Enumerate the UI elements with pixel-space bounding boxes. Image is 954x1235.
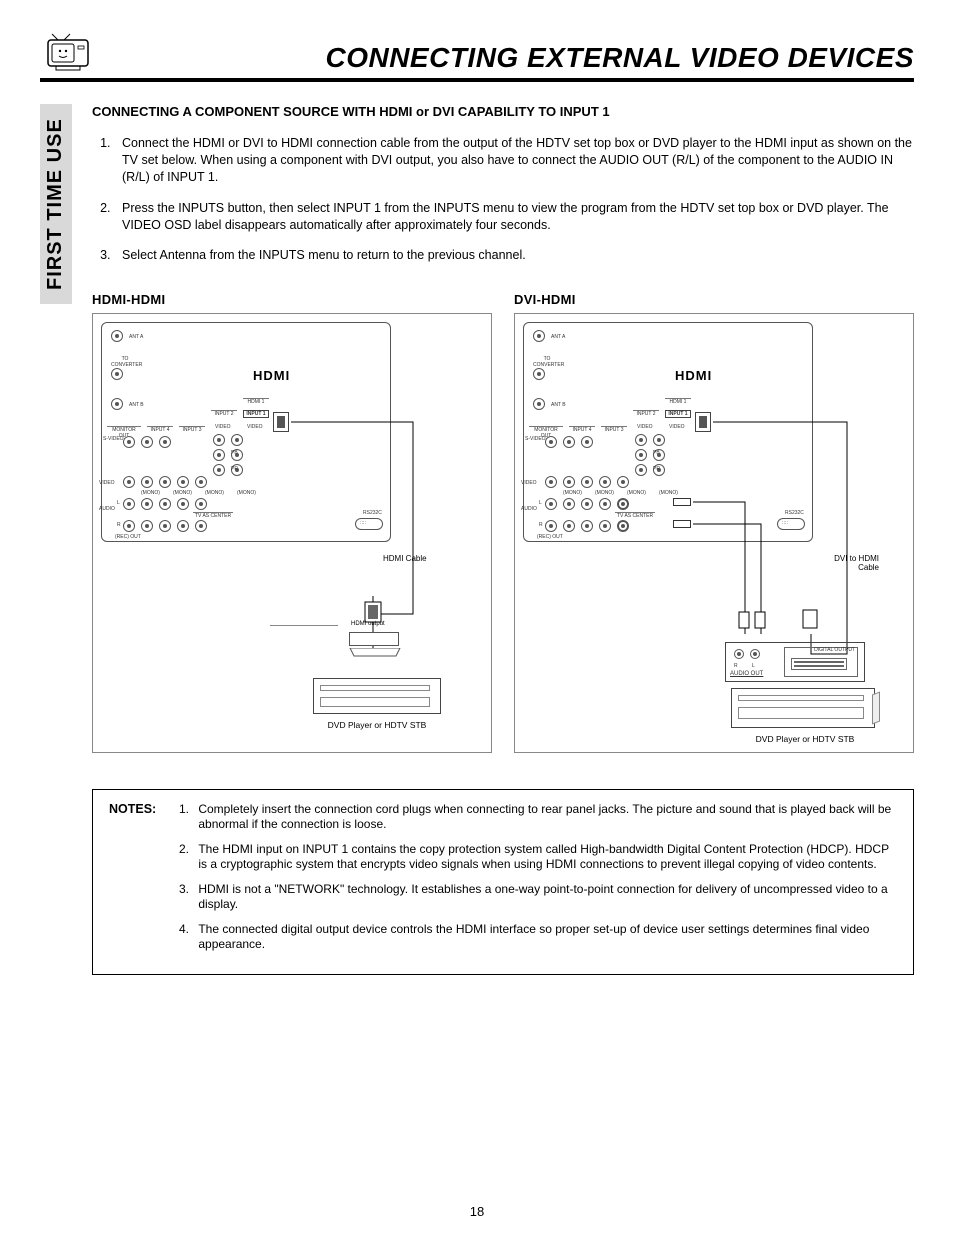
label-to-converter: TO CONVERTER: [111, 356, 139, 368]
label-ant-a: ANT A: [129, 334, 143, 340]
section-tab: FIRST TIME USE: [40, 104, 72, 304]
label-input2: INPUT 2: [633, 410, 659, 417]
label-mono: (MONO): [627, 490, 646, 496]
label-video-col: VIDEO: [247, 424, 263, 430]
label-rs232c: RS232C: [363, 510, 382, 516]
label-r: R: [539, 522, 543, 528]
notes-header: NOTES:: [109, 802, 167, 816]
label-ant-b: ANT B: [551, 402, 566, 408]
page-number: 18: [0, 1204, 954, 1219]
note-item: HDMI is not a "NETWORK" technology. It e…: [192, 882, 896, 912]
label-video-row: VIDEO: [521, 480, 537, 486]
label-mono: (MONO): [205, 490, 224, 496]
hdmi-port-icon: [695, 412, 711, 432]
diagram-dvi-hdmi: ANT A TO CONVERTER ANT B HDMI MONITOR OU…: [514, 313, 914, 753]
step-item: Press the INPUTS button, then select INP…: [114, 200, 914, 234]
label-audio-l: L: [752, 663, 755, 669]
instruction-steps: Connect the HDMI or DVI to HDMI connecti…: [92, 135, 914, 264]
label-video-col: VIDEO: [669, 424, 685, 430]
label-svideo: S-VIDEO: [103, 436, 124, 442]
label-rs232c: RS232C: [785, 510, 804, 516]
notes-box: NOTES: Completely insert the connection …: [92, 789, 914, 975]
label-video-col: VIDEO: [637, 424, 653, 430]
hdmi-logo-icon: HDMI: [253, 368, 290, 383]
section-heading: CONNECTING A COMPONENT SOURCE WITH HDMI …: [92, 104, 914, 119]
label-pr: PR: [231, 466, 238, 472]
label-video-col: VIDEO: [215, 424, 231, 430]
step-item: Connect the HDMI or DVI to HDMI connecti…: [114, 135, 914, 186]
label-tv-center: TV AS CENTER: [193, 512, 233, 519]
cable-label-hdmi: HDMI Cable: [383, 554, 427, 563]
label-video-row: VIDEO: [99, 480, 115, 486]
label-digital-output: DIGITAL OUTPUT: [814, 647, 855, 653]
diagram-left-label: HDMI-HDMI: [92, 292, 492, 307]
hdmi-output-label: HDMI output: [351, 621, 385, 627]
label-pr: PR: [653, 466, 660, 472]
label-mono: (MONO): [237, 490, 256, 496]
page-title: CONNECTING EXTERNAL VIDEO DEVICES: [106, 42, 914, 74]
cable-label-dvi: DVI to HDMI Cable: [825, 554, 879, 572]
label-l: L: [117, 500, 120, 506]
label-input1: INPUT 1: [243, 410, 269, 418]
hdmi-port-icon: [273, 412, 289, 432]
label-audio-out: AUDIO OUT: [730, 671, 763, 677]
label-hdmi1: HDMI 1: [243, 398, 269, 405]
label-mono: (MONO): [659, 490, 678, 496]
label-ant-b: ANT B: [129, 402, 144, 408]
label-audio-sub: (REC) OUT: [537, 534, 563, 540]
label-audio: AUDIO: [99, 506, 115, 512]
label-input3: INPUT 3: [601, 426, 627, 433]
label-mono: (MONO): [141, 490, 160, 496]
tv-mascot-icon: [40, 30, 96, 74]
label-input3: INPUT 3: [179, 426, 205, 433]
diagram-hdmi-hdmi: ANT A TO CONVERTER ANT B HDMI MONITOR OU…: [92, 313, 492, 753]
header-divider: [40, 78, 914, 82]
label-audio-sub: (REC) OUT: [115, 534, 141, 540]
device-caption-right: DVD Player or HDTV STB: [735, 734, 875, 744]
label-pb: PB: [653, 450, 660, 456]
label-tv-center: TV AS CENTER: [615, 512, 655, 519]
label-input4: INPUT 4: [147, 426, 173, 433]
label-audio: AUDIO: [521, 506, 537, 512]
label-mono: (MONO): [563, 490, 582, 496]
label-hdmi1: HDMI 1: [665, 398, 691, 405]
label-pb: PB: [231, 450, 238, 456]
label-mono: (MONO): [595, 490, 614, 496]
label-l: L: [539, 500, 542, 506]
label-audio-r: R: [734, 663, 738, 669]
note-item: The HDMI input on INPUT 1 contains the c…: [192, 842, 896, 872]
label-mono: (MONO): [173, 490, 192, 496]
device-caption-left: DVD Player or HDTV STB: [307, 720, 447, 730]
diagram-right-label: DVI-HDMI: [514, 292, 914, 307]
page-header: CONNECTING EXTERNAL VIDEO DEVICES: [40, 30, 914, 74]
note-item: The connected digital output device cont…: [192, 922, 896, 952]
label-to-converter: TO CONVERTER: [533, 356, 561, 368]
label-input1: INPUT 1: [665, 410, 691, 418]
hdmi-logo-icon: HDMI: [675, 368, 712, 383]
label-svideo: S-VIDEO: [525, 436, 546, 442]
label-ant-a: ANT A: [551, 334, 565, 340]
label-input4: INPUT 4: [569, 426, 595, 433]
note-item: Completely insert the connection cord pl…: [192, 802, 896, 832]
label-r: R: [117, 522, 121, 528]
step-item: Select Antenna from the INPUTS menu to r…: [114, 247, 914, 264]
label-input2: INPUT 2: [211, 410, 237, 417]
